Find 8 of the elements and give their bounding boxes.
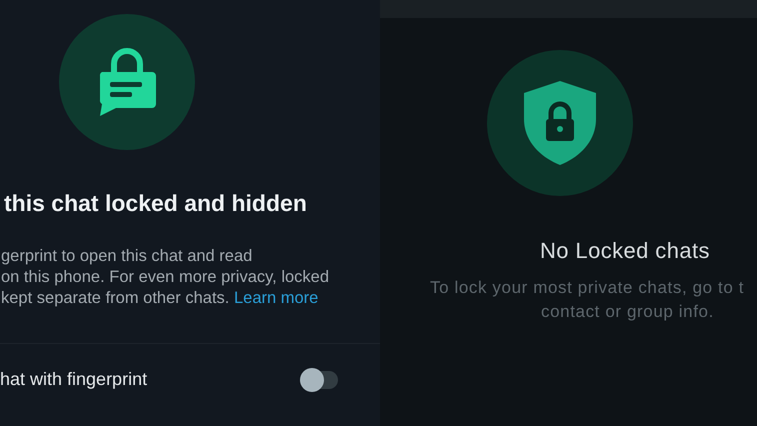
empty-state-title: No Locked chats — [540, 238, 710, 264]
empty-state-description: To lock your most private chats, go to t contact or group info. — [430, 277, 744, 323]
fingerprint-toggle[interactable] — [300, 370, 338, 388]
lock-title: this chat locked and hidden — [4, 190, 307, 216]
shield-lock-icon — [522, 79, 598, 167]
lock-description: gerprint to open this chat and read on this phone. For even more privacy, locked kept separate from other chats. Learn more — [0, 246, 330, 309]
learn-more-link[interactable]: Learn more — [234, 289, 318, 307]
fingerprint-toggle-label: hat with fingerprint — [0, 368, 148, 391]
